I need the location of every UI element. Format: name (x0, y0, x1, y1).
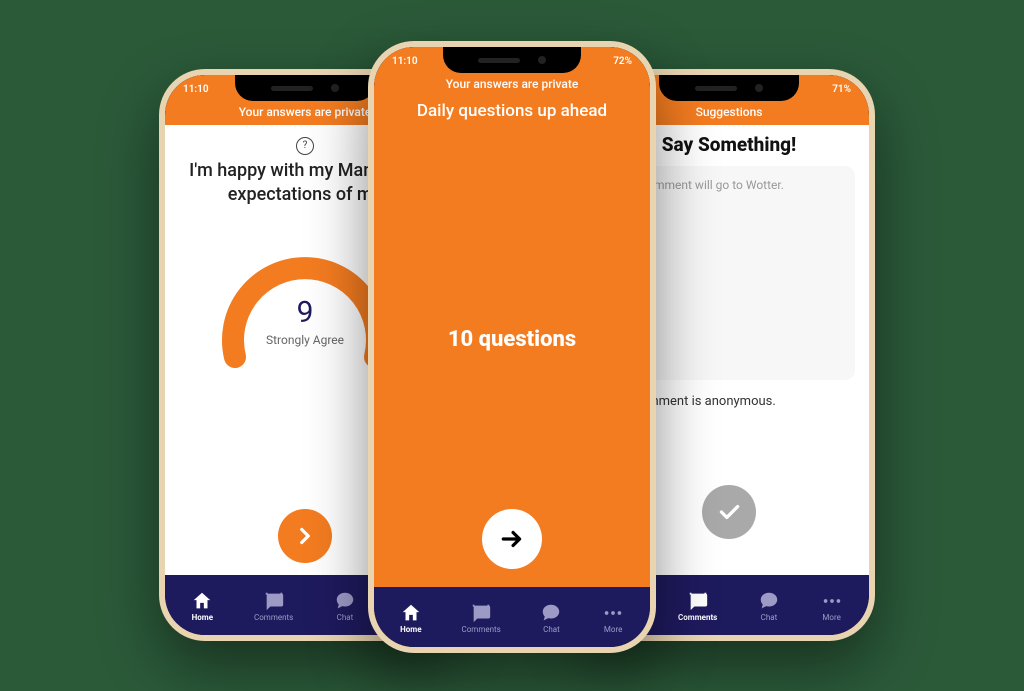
chat-icon (334, 590, 356, 612)
nav-chat[interactable]: Chat (758, 590, 780, 622)
status-time: 11:10 (392, 56, 418, 67)
nav-more[interactable]: More (821, 590, 843, 622)
bottom-nav: Home Comments Chat More (374, 587, 650, 647)
check-icon (716, 499, 742, 525)
home-icon (191, 590, 213, 612)
start-button[interactable] (482, 509, 542, 569)
home-icon (400, 602, 422, 624)
chat-icon (540, 602, 562, 624)
more-icon (602, 602, 624, 624)
nav-comments[interactable]: Comments (678, 590, 717, 622)
notch (443, 47, 581, 73)
nav-more[interactable]: More (602, 602, 624, 634)
nav-comments[interactable]: Comments (254, 590, 293, 622)
comments-icon (687, 590, 709, 612)
notch (235, 75, 375, 101)
comments-icon (470, 602, 492, 624)
chevron-right-icon (292, 523, 318, 549)
status-time: 11:10 (183, 84, 209, 95)
nav-label: Comments (678, 613, 717, 622)
next-button[interactable] (278, 509, 332, 563)
nav-label: More (822, 613, 840, 622)
submit-button[interactable] (702, 485, 756, 539)
nav-chat[interactable]: Chat (334, 590, 356, 622)
nav-label: Home (192, 613, 213, 622)
chat-icon (758, 590, 780, 612)
nav-home[interactable]: Home (191, 590, 213, 622)
phone-center: 11:10 72% Your answers are private Daily… (368, 41, 656, 653)
question-count: 10 questions (374, 327, 650, 352)
notch (659, 75, 799, 101)
nav-label: Chat (761, 613, 778, 622)
help-icon[interactable]: ? (296, 137, 314, 155)
arrow-right-icon (499, 526, 525, 552)
header-banner: Your answers are private (374, 75, 650, 97)
nav-label: Chat (337, 613, 354, 622)
nav-label: More (604, 625, 622, 634)
comments-icon (263, 590, 285, 612)
nav-label: Comments (254, 613, 293, 622)
more-icon (821, 590, 843, 612)
status-battery: 71% (832, 84, 851, 95)
nav-label: Chat (543, 625, 560, 634)
lead-text: Daily questions up ahead (374, 97, 650, 121)
nav-home[interactable]: Home (400, 602, 422, 634)
nav-chat[interactable]: Chat (540, 602, 562, 634)
nav-comments[interactable]: Comments (462, 602, 501, 634)
nav-label: Comments (462, 625, 501, 634)
status-battery: 72% (613, 56, 632, 67)
nav-label: Home (400, 625, 421, 634)
